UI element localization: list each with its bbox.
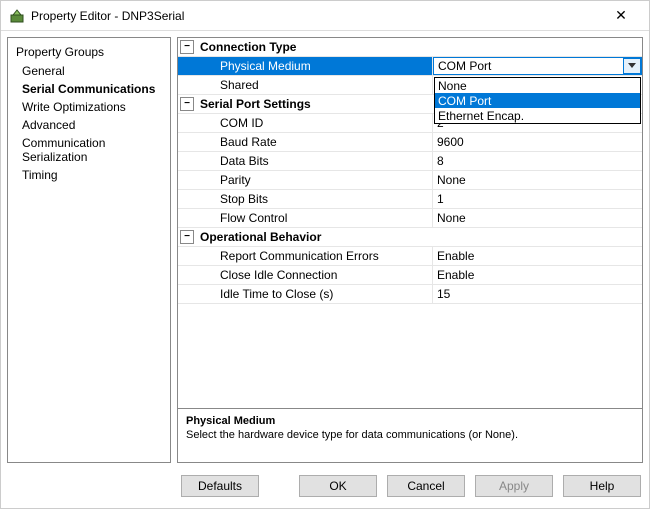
section-operational[interactable]: − Operational Behavior [178,228,642,247]
chevron-down-icon[interactable] [623,58,641,74]
sidebar-item-comm-serial[interactable]: Communication Serialization [16,134,162,166]
row-data-bits[interactable]: Data Bits 8 [178,152,642,171]
value-idle-time[interactable]: 15 [433,285,642,303]
dropdown-option-ethernet[interactable]: Ethernet Encap. [435,108,640,123]
sidebar-item-write-opt[interactable]: Write Optimizations [16,98,162,116]
ok-button[interactable]: OK [299,475,377,497]
label-shared: Shared [178,76,433,94]
help-button[interactable]: Help [563,475,641,497]
sidebar-item-general[interactable]: General [16,62,162,80]
row-stop-bits[interactable]: Stop Bits 1 [178,190,642,209]
apply-button[interactable]: Apply [475,475,553,497]
section-title: Operational Behavior [200,230,321,244]
row-flow-control[interactable]: Flow Control None [178,209,642,228]
label-stop-bits: Stop Bits [178,190,433,208]
value-close-idle[interactable]: Enable [433,266,642,284]
defaults-button[interactable]: Defaults [181,475,259,497]
collapse-icon[interactable]: − [180,97,194,111]
physical-medium-dropdown[interactable]: None COM Port Ethernet Encap. [434,77,641,124]
value-stop-bits[interactable]: 1 [433,190,642,208]
value-flow[interactable]: None [433,209,642,227]
sidebar-item-serial-comm[interactable]: Serial Communications [16,80,162,98]
dropdown-option-none[interactable]: None [435,78,640,93]
collapse-icon[interactable]: − [180,40,194,54]
close-icon[interactable]: ✕ [601,7,641,24]
label-data-bits: Data Bits [178,152,433,170]
value-parity[interactable]: None [433,171,642,189]
row-physical-medium[interactable]: Physical Medium COM Port [178,57,642,76]
help-text: Select the hardware device type for data… [186,429,634,441]
row-baud-rate[interactable]: Baud Rate 9600 [178,133,642,152]
section-title: Serial Port Settings [200,97,311,111]
value-report-err[interactable]: Enable [433,247,642,265]
value-physical-medium[interactable]: COM Port [433,57,642,75]
label-flow: Flow Control [178,209,433,227]
label-baud: Baud Rate [178,133,433,151]
property-grid: − Connection Type Physical Medium COM Po… [178,38,642,408]
cancel-button[interactable]: Cancel [387,475,465,497]
sidebar-item-advanced[interactable]: Advanced [16,116,162,134]
row-parity[interactable]: Parity None [178,171,642,190]
sidebar: Property Groups General Serial Communica… [7,37,171,463]
section-connection-type[interactable]: − Connection Type [178,38,642,57]
label-report-err: Report Communication Errors [178,247,433,265]
help-panel: Physical Medium Select the hardware devi… [178,408,642,462]
sidebar-item-timing[interactable]: Timing [16,166,162,184]
titlebar: Property Editor - DNP3Serial ✕ [1,1,649,31]
row-idle-time[interactable]: Idle Time to Close (s) 15 [178,285,642,304]
property-grid-panel: − Connection Type Physical Medium COM Po… [177,37,643,463]
button-bar: Defaults OK Cancel Apply Help [1,469,649,503]
row-close-idle[interactable]: Close Idle Connection Enable [178,266,642,285]
value-data-bits[interactable]: 8 [433,152,642,170]
row-report-errors[interactable]: Report Communication Errors Enable [178,247,642,266]
help-title: Physical Medium [186,415,634,427]
label-close-idle: Close Idle Connection [178,266,433,284]
label-physical-medium: Physical Medium [178,57,433,75]
window-title: Property Editor - DNP3Serial [31,9,601,23]
value-text: COM Port [438,59,491,73]
dropdown-option-com-port[interactable]: COM Port [435,93,640,108]
sidebar-header: Property Groups [16,42,162,62]
label-parity: Parity [178,171,433,189]
collapse-icon[interactable]: − [180,230,194,244]
section-title: Connection Type [200,40,296,54]
value-baud[interactable]: 9600 [433,133,642,151]
label-idle-time: Idle Time to Close (s) [178,285,433,303]
label-com-id: COM ID [178,114,433,132]
app-icon [9,8,25,24]
